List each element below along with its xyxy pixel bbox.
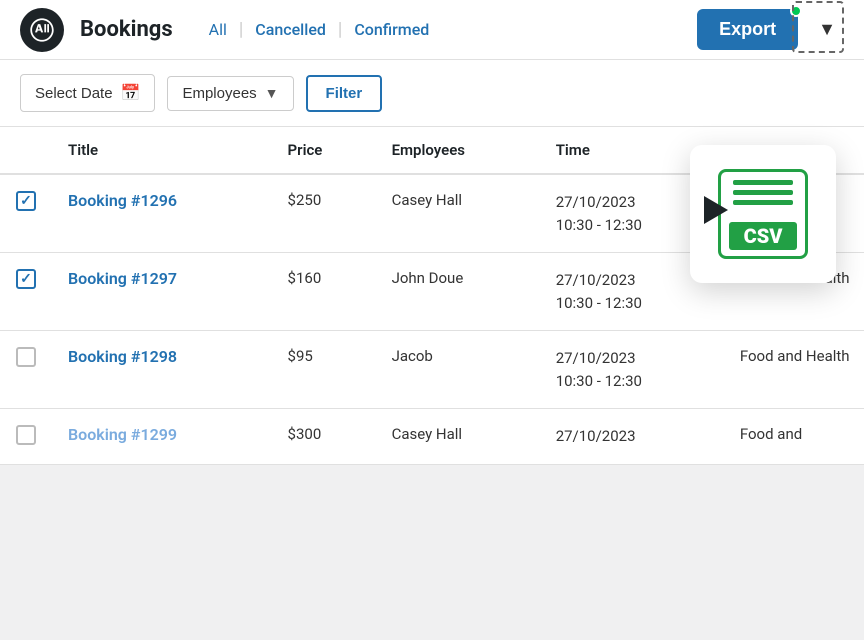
nav-all[interactable]: All: [197, 20, 239, 39]
export-label: Export: [719, 19, 776, 39]
booking-title-cell: Booking #1299: [52, 409, 272, 465]
select-date-label: Select Date: [35, 85, 113, 102]
checkbox-cell: ✓: [0, 174, 52, 253]
select-date-button[interactable]: Select Date 📅: [20, 74, 155, 112]
employees-label: Employees: [182, 85, 256, 102]
price-cell: $250: [272, 174, 376, 253]
row-checkbox[interactable]: ✓: [16, 269, 36, 289]
export-area: Export ▼: [697, 9, 844, 50]
booking-link[interactable]: Booking #1296: [68, 191, 177, 210]
booking-link[interactable]: Booking #1297: [68, 269, 177, 288]
nav-links: All | Cancelled | Confirmed: [197, 19, 442, 40]
time-cell: 27/10/202310:30 - 12:30: [540, 331, 724, 409]
employees-dropdown-button[interactable]: Employees ▼: [167, 76, 293, 111]
check-mark: ✓: [20, 193, 32, 209]
row-checkbox[interactable]: ✓: [16, 191, 36, 211]
price-cell: $95: [272, 331, 376, 409]
checkbox-cell: [0, 331, 52, 409]
booking-title-cell: Booking #1298: [52, 331, 272, 409]
nav-confirmed[interactable]: Confirmed: [342, 20, 441, 39]
filter-button[interactable]: Filter: [306, 75, 383, 112]
price-cell: $300: [272, 409, 376, 465]
chevron-down-icon: ▼: [265, 85, 279, 101]
category-cell: Food and: [724, 409, 864, 465]
app-title: Bookings: [80, 17, 173, 42]
employee-cell: Jacob: [376, 331, 540, 409]
csv-line-1: [733, 180, 793, 185]
col-employees: Employees: [376, 127, 540, 174]
calendar-icon: 📅: [121, 83, 141, 103]
employee-cell: Casey Hall: [376, 174, 540, 253]
row-checkbox[interactable]: [16, 425, 36, 445]
booking-link[interactable]: Booking #1299: [68, 425, 177, 444]
arrow-pointer: [698, 192, 734, 232]
csv-label: CSV: [729, 222, 797, 250]
dashed-selection-box: [792, 1, 844, 53]
play-arrow-icon: [698, 192, 734, 228]
row-checkbox[interactable]: [16, 347, 36, 367]
col-title: Title: [52, 127, 272, 174]
table-row: Booking #1298 $95Jacob27/10/202310:30 - 1…: [0, 331, 864, 409]
check-mark: ✓: [20, 271, 32, 287]
table-row: Booking #1299 $300Casey Hall27/10/2023Foo…: [0, 409, 864, 465]
col-price: Price: [272, 127, 376, 174]
csv-line-3: [733, 200, 793, 205]
category-cell: Food and Health: [724, 331, 864, 409]
col-checkbox: [0, 127, 52, 174]
price-cell: $160: [272, 253, 376, 331]
toolbar: Select Date 📅 Employees ▼ Filter: [0, 60, 864, 127]
time-cell: 27/10/2023: [540, 409, 724, 465]
booking-title-cell: Booking #1297: [52, 253, 272, 331]
nav-cancelled[interactable]: Cancelled: [243, 20, 338, 39]
export-button[interactable]: Export: [697, 9, 798, 50]
csv-line-2: [733, 190, 793, 195]
header: Bookings All | Cancelled | Confirmed Exp…: [0, 0, 864, 60]
employee-cell: John Doue: [376, 253, 540, 331]
wordpress-icon: [28, 16, 56, 44]
checkbox-cell: [0, 409, 52, 465]
checkbox-cell: ✓: [0, 253, 52, 331]
booking-link[interactable]: Booking #1298: [68, 347, 177, 366]
employee-cell: Casey Hall: [376, 409, 540, 465]
csv-lines: [729, 180, 797, 205]
booking-title-cell: Booking #1296: [52, 174, 272, 253]
wp-logo: [20, 8, 64, 52]
